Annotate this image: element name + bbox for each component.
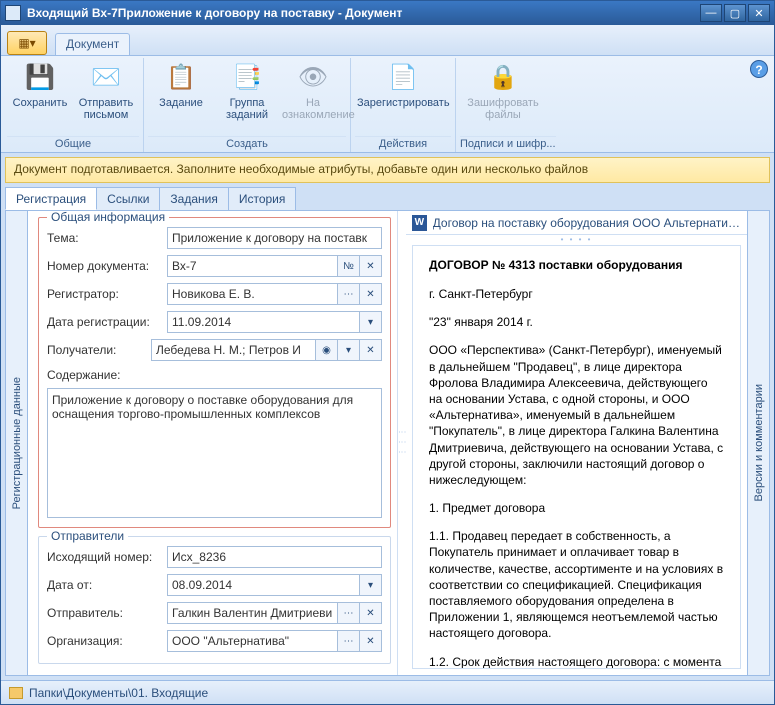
label-recipients: Получатели: [47,343,151,357]
label-regdate: Дата регистрации: [47,315,167,329]
file-header[interactable]: W Договор на поставку оборудования ООО А… [406,211,747,235]
doc-heading: ДОГОВОР № 4313 поставки оборудования [429,258,724,272]
save-button[interactable]: 💾 Сохранить [7,60,73,111]
ribbon: ? 💾 Сохранить ✉️ Отправить письмом Общие… [1,55,774,153]
doc-p: 1.1. Продавец передает в собственность, … [429,528,724,641]
view-tabs: Регистрация Ссылки Задания История [5,187,770,211]
word-icon: W [412,215,427,231]
sender-lookup-button[interactable]: ⋯ [338,602,360,624]
close-button[interactable]: ✕ [748,4,770,22]
form-pane: Общая информация Тема: Номер документа: … [28,211,398,675]
regdate-picker-button[interactable]: ▾ [360,311,382,333]
side-tab-versions[interactable]: Версии и комментарии [747,211,769,675]
clear-number-button[interactable]: ✕ [360,255,382,277]
label-sender: Отправитель: [47,606,167,620]
review-button: 👁 На ознакомление [280,60,346,123]
register-icon: 📄 [387,62,419,94]
label-org: Организация: [47,634,167,648]
recipients-clear-button[interactable]: ✕ [360,339,382,361]
task-group-button[interactable]: 📑 Группа заданий [214,60,280,123]
doc-p: 1.2. Срок действия настоящего договора: … [429,654,724,669]
topic-input[interactable] [167,227,382,249]
label-registrar: Регистратор: [47,287,167,301]
titlebar: Входящий Вх-7Приложение к договору на по… [1,1,774,25]
recipients-expand-button[interactable]: ▾ [338,339,360,361]
label-outdate: Дата от: [47,578,167,592]
doc-p: 1. Предмет договора [429,500,724,516]
info-bar: Документ подготавливается. Заполните нео… [5,157,770,183]
org-clear-button[interactable]: ✕ [360,630,382,652]
file-name: Договор на поставку оборудования ООО Аль… [433,216,741,230]
outdate-picker-button[interactable]: ▾ [360,574,382,596]
task-button[interactable]: 📋 Задание [148,60,214,111]
save-icon: 💾 [24,62,56,94]
app-icon [5,5,21,21]
splitter[interactable]: ⋮⋮⋮ [398,211,406,675]
recipients-dropdown-button[interactable]: ◉ [316,339,338,361]
status-path[interactable]: Папки\Документы\01. Входящие [29,686,208,700]
tab-tasks[interactable]: Задания [159,187,228,210]
sender-clear-button[interactable]: ✕ [360,602,382,624]
doc-p: "23" января 2014 г. [429,314,724,330]
outdate-input[interactable] [167,574,360,596]
splitter-h[interactable]: • • • • [406,235,747,243]
org-input[interactable] [167,630,338,652]
tab-history[interactable]: История [228,187,297,210]
help-button[interactable]: ? [750,60,768,78]
app-window: Входящий Вх-7Приложение к договору на по… [0,0,775,705]
ribbon-group-sign: 🔒 Зашифровать файлы Подписи и шифр... [456,58,560,152]
org-lookup-button[interactable]: ⋯ [338,630,360,652]
recipients-input[interactable] [151,339,316,361]
label-topic: Тема: [47,231,167,245]
group-senders: Отправители Исходящий номер: Дата от: ▾ … [38,536,391,664]
docnum-input[interactable] [167,255,338,277]
task-group-icon: 📑 [231,62,263,94]
group-general: Общая информация Тема: Номер документа: … [38,217,391,528]
sender-input[interactable] [167,602,338,624]
preview-pane: W Договор на поставку оборудования ООО А… [406,211,747,675]
task-icon: 📋 [165,62,197,94]
app-menu-button[interactable]: ▦▾ [7,31,47,55]
work-area: Регистрационные данные Общая информация … [5,211,770,676]
outnum-input[interactable] [167,546,382,568]
ribbon-group-create: 📋 Задание 📑 Группа заданий 👁 На ознакомл… [144,58,351,152]
generate-number-button[interactable]: № [338,255,360,277]
registrar-lookup-button[interactable]: ⋯ [338,283,360,305]
document-preview[interactable]: ДОГОВОР № 4313 поставки оборудования г. … [412,245,741,669]
ribbon-tab-document[interactable]: Документ [55,33,130,55]
review-icon: 👁 [297,62,329,94]
window-title: Входящий Вх-7Приложение к договору на по… [27,6,698,20]
registrar-clear-button[interactable]: ✕ [360,283,382,305]
registrar-input[interactable] [167,283,338,305]
ribbon-group-common: 💾 Сохранить ✉️ Отправить письмом Общие [3,58,144,152]
tab-registration[interactable]: Регистрация [5,187,97,210]
mail-icon: ✉️ [90,62,122,94]
maximize-button[interactable]: ▢ [724,4,746,22]
content-textarea[interactable]: Приложение к договору о поставке оборудо… [47,388,382,518]
encrypt-button: 🔒 Зашифровать файлы [460,60,546,123]
doc-p: ООО «Перспектива» (Санкт-Петербург), име… [429,342,724,488]
ribbon-group-actions: 📄 Зарегистрировать Действия [351,58,456,152]
folder-icon [9,687,23,699]
tab-links[interactable]: Ссылки [96,187,160,210]
regdate-input[interactable] [167,311,360,333]
send-mail-button[interactable]: ✉️ Отправить письмом [73,60,139,123]
label-docnum: Номер документа: [47,259,167,273]
register-button[interactable]: 📄 Зарегистрировать [355,60,451,111]
label-content: Содержание: [47,368,167,382]
ribbon-tabs: ▦▾ Документ [1,25,774,55]
doc-p: г. Санкт-Петербург [429,286,724,302]
minimize-button[interactable]: — [700,4,722,22]
lock-icon: 🔒 [487,62,519,94]
side-tab-reg-data[interactable]: Регистрационные данные [6,211,28,675]
label-outnum: Исходящий номер: [47,550,167,564]
status-bar: Папки\Документы\01. Входящие [1,680,774,704]
